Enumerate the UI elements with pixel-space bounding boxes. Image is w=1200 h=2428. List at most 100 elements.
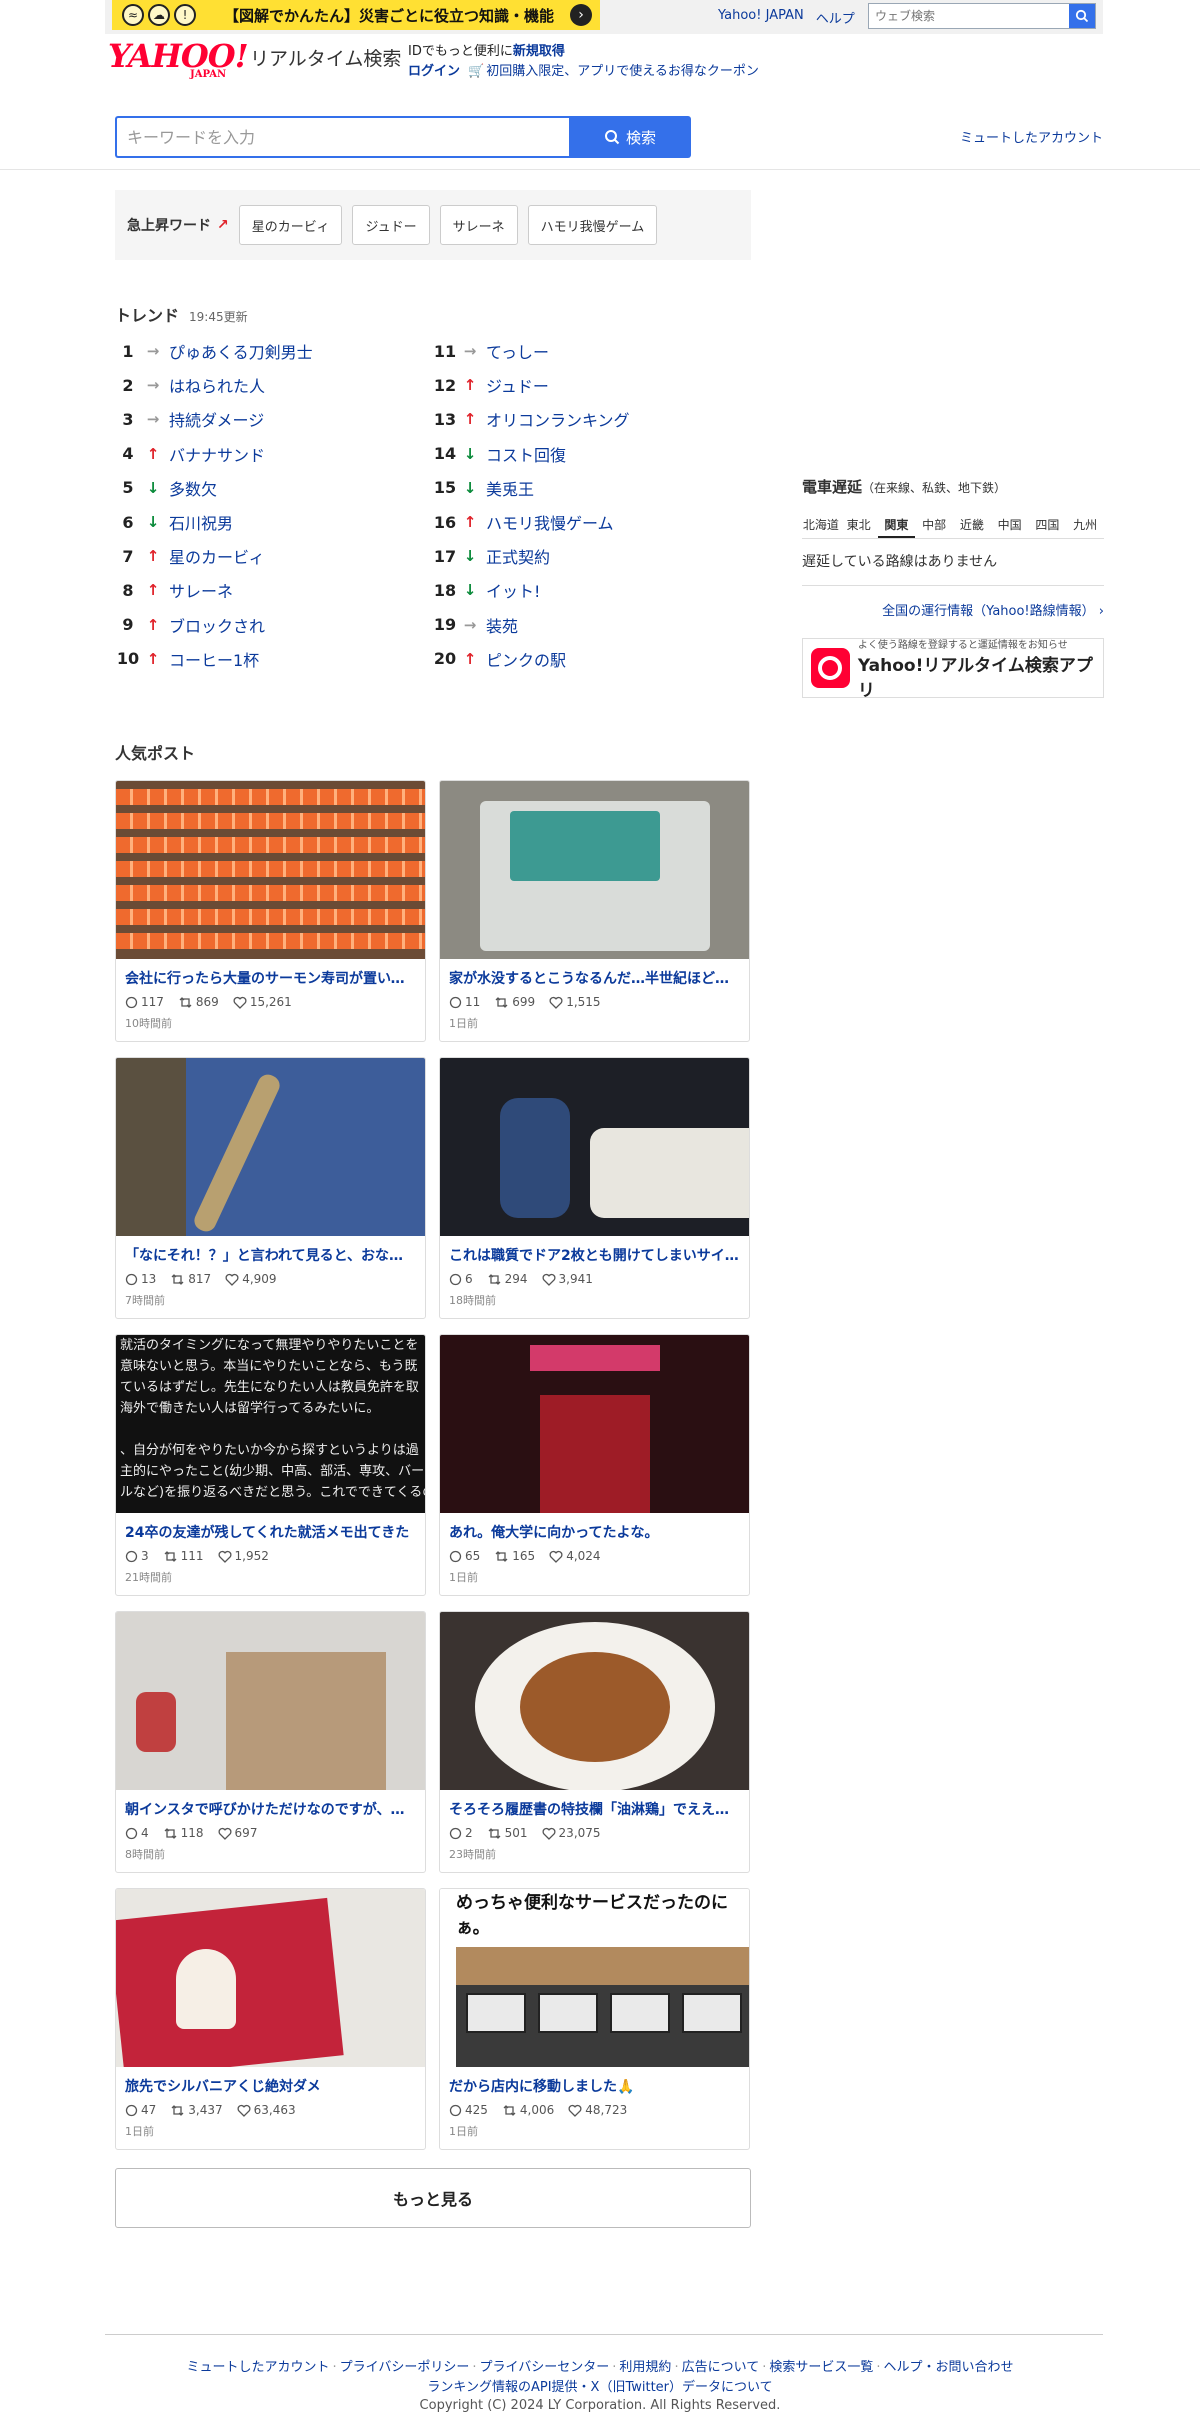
region-tab[interactable]: 関東 [877,513,916,538]
region-tab[interactable]: 東北 [840,513,878,538]
trend-word[interactable]: 正式契約 [486,544,550,568]
trend-item[interactable]: 3 → 持続ダメージ [115,402,415,436]
trend-word[interactable]: 石川祝男 [169,510,233,534]
trend-item[interactable]: 19 → 装苑 [432,608,732,642]
trend-item[interactable]: 7 ↑ 星のカービィ [115,539,415,573]
trend-item[interactable]: 2 → はねられた人 [115,368,415,402]
trend-item[interactable]: 12 ↑ ジュドー [432,368,732,402]
trend-item[interactable]: 5 ↓ 多数欠 [115,471,415,505]
trend-word[interactable]: サレーネ [169,578,233,602]
coupon-link[interactable]: 初回購入限定、アプリで使えるお得なクーポン [486,64,759,79]
post-image[interactable] [440,1335,749,1513]
trend-item[interactable]: 15 ↓ 美兎王 [432,471,732,505]
post-card[interactable]: 就活のタイミングになって無理やりやりたいことを 意味ないと思う。本当にやりたいこと… [115,1334,426,1596]
post-image[interactable]: めっちゃ便利なサービスだったのにぁ。 [440,1889,749,2067]
region-tab[interactable]: 北海道 [802,513,840,538]
post-card[interactable]: 「なにそれ！？」と言われて見ると、おなかにトカゲが 13 817 4,909 7時間前 [115,1057,426,1319]
trend-word[interactable]: ハモリ我慢ゲーム [486,510,614,534]
post-image[interactable] [440,1058,749,1236]
trend-word[interactable]: オリコンランキング [486,407,630,431]
trend-word[interactable]: 持続ダメージ [169,407,264,431]
post-card[interactable]: 旅先でシルバニアくじ絶対ダメ 47 3,437 63,463 1日前 [115,1888,426,2150]
trend-item[interactable]: 18 ↓ イット! [432,573,732,607]
trend-word[interactable]: バナナサンド [169,442,265,466]
disaster-promo-banner[interactable]: ≈ ☁ ! 【図解でかんたん】災害ごとに役立つ知識・機能 › [112,0,600,30]
more-button[interactable]: もっと見る [115,2168,751,2228]
region-tab[interactable]: 中部 [915,513,953,538]
api-info-link[interactable]: ランキング情報のAPI提供・X（旧Twitter）データについて [427,2380,772,2395]
post-title[interactable]: 朝インスタで呼びかけただけなのですが、こんなに [116,1790,425,1819]
login-link[interactable]: ログイン [408,64,460,79]
trend-word[interactable]: 美兎王 [486,476,534,500]
post-image[interactable] [116,781,425,959]
post-image[interactable] [116,1058,425,1236]
post-title[interactable]: 「なにそれ！？」と言われて見ると、おなかにトカゲが [116,1236,425,1265]
trend-item[interactable]: 9 ↑ ブロックされ [115,608,415,642]
post-card[interactable]: 家が水没するとこうなるんだ…半世紀ほど前の洗濯機 11 699 1,515 1日前 [439,780,750,1042]
post-image[interactable] [440,1612,749,1790]
trend-word[interactable]: コーヒー1杯 [169,647,259,671]
post-card[interactable]: めっちゃ便利なサービスだったのにぁ。 だから店内に移動しました🙏 425 4,006 4… [439,1888,750,2150]
post-card[interactable]: あれ。俺大学に向かってたよな。 65 165 4,024 1日前 [439,1334,750,1596]
trend-item[interactable]: 20 ↑ ピンクの駅 [432,642,732,676]
post-image[interactable] [116,1612,425,1790]
trend-item[interactable]: 14 ↓ コスト回復 [432,437,732,471]
post-title[interactable]: 24卒の友達が残してくれた就活メモ出てきた [116,1513,425,1542]
post-title[interactable]: 会社に行ったら大量のサーモン寿司が置いてあった [116,959,425,988]
trend-item[interactable]: 13 ↑ オリコンランキング [432,402,732,436]
trend-word[interactable]: ジュドー [486,373,549,397]
trend-item[interactable]: 10 ↑ コーヒー1杯 [115,642,415,676]
trend-item[interactable]: 4 ↑ バナナサンド [115,437,415,471]
yahoo-logo[interactable]: YAHOO! JAPAN [108,40,250,82]
footer-link[interactable]: 検索サービス一覧 [769,2360,873,2375]
rising-chip[interactable]: 星のカービィ [238,205,343,245]
region-tab[interactable]: 四国 [1029,513,1067,538]
rising-chip[interactable]: ハモリ我慢ゲーム [527,205,658,245]
trend-word[interactable]: 星のカービィ [169,544,265,568]
post-title[interactable]: そろそろ履歴書の特技欄「油淋鶏」でええやろ [440,1790,749,1819]
post-card[interactable]: 会社に行ったら大量のサーモン寿司が置いてあった 117 869 15,261 10時間前 [115,780,426,1042]
post-title[interactable]: 家が水没するとこうなるんだ…半世紀ほど前の洗濯機 [440,959,749,988]
post-image[interactable] [440,781,749,959]
rising-chip[interactable]: サレーネ [439,205,518,245]
help-link[interactable]: ヘルプ [816,8,855,27]
search-button[interactable]: 検索 [569,116,691,158]
trend-item[interactable]: 11 → てっしー [432,334,732,368]
trend-item[interactable]: 16 ↑ ハモリ我慢ゲーム [432,505,732,539]
region-tab[interactable]: 近畿 [953,513,991,538]
post-title[interactable]: だから店内に移動しました🙏 [440,2067,749,2096]
post-title[interactable]: 旅先でシルバニアくじ絶対ダメ [116,2067,425,2096]
trend-word[interactable]: ぴゅあくる刀剣男士 [169,339,313,363]
trend-item[interactable]: 1 → ぴゅあくる刀剣男士 [115,334,415,368]
rising-chip[interactable]: ジュドー [352,205,430,245]
trend-item[interactable]: 6 ↓ 石川祝男 [115,505,415,539]
post-title[interactable]: これは職質でドア2枚とも開けてしまいサイドブレーキ [440,1236,749,1265]
trend-word[interactable]: ブロックされ [169,613,265,637]
muted-accounts-link[interactable]: ミュートしたアカウント [960,127,1103,146]
post-image[interactable] [116,1889,425,2067]
app-banner[interactable]: よく使う路線を登録すると運延情報をお知らせ Yahoo!リアルタイム検索アプリ [802,638,1104,701]
footer-link[interactable]: プライバシーセンター [480,2360,610,2375]
trend-word[interactable]: コスト回復 [486,442,566,466]
footer-link[interactable]: プライバシーポリシー [340,2360,470,2375]
trend-word[interactable]: はねられた人 [169,373,265,397]
footer-link[interactable]: 利用規約 [619,2360,671,2375]
web-search-input[interactable] [869,4,1069,28]
trend-word[interactable]: ピンクの駅 [486,647,566,671]
post-image[interactable]: 就活のタイミングになって無理やりやりたいことを 意味ないと思う。本当にやりたいこと… [116,1335,425,1513]
web-search-button[interactable] [1069,4,1095,28]
trend-word[interactable]: てっしー [486,339,549,363]
keyword-input[interactable] [115,116,569,158]
post-card[interactable]: これは職質でドア2枚とも開けてしまいサイドブレーキ 6 294 3,941 18時間前 [439,1057,750,1319]
footer-link[interactable]: 広告について [682,2360,760,2375]
trend-word[interactable]: 装苑 [486,613,518,637]
signup-link[interactable]: 新規取得 [513,44,565,59]
trend-word[interactable]: 多数欠 [169,476,217,500]
post-card[interactable]: そろそろ履歴書の特技欄「油淋鶏」でええやろ 2 501 23,075 23時間前 [439,1611,750,1873]
post-title[interactable]: あれ。俺大学に向かってたよな。 [440,1513,749,1542]
region-tab[interactable]: 九州 [1066,513,1104,538]
trend-item[interactable]: 8 ↑ サレーネ [115,573,415,607]
post-card[interactable]: 朝インスタで呼びかけただけなのですが、こんなに 4 118 697 8時間前 [115,1611,426,1873]
region-tab[interactable]: 中国 [991,513,1029,538]
trend-word[interactable]: イット! [486,578,540,602]
